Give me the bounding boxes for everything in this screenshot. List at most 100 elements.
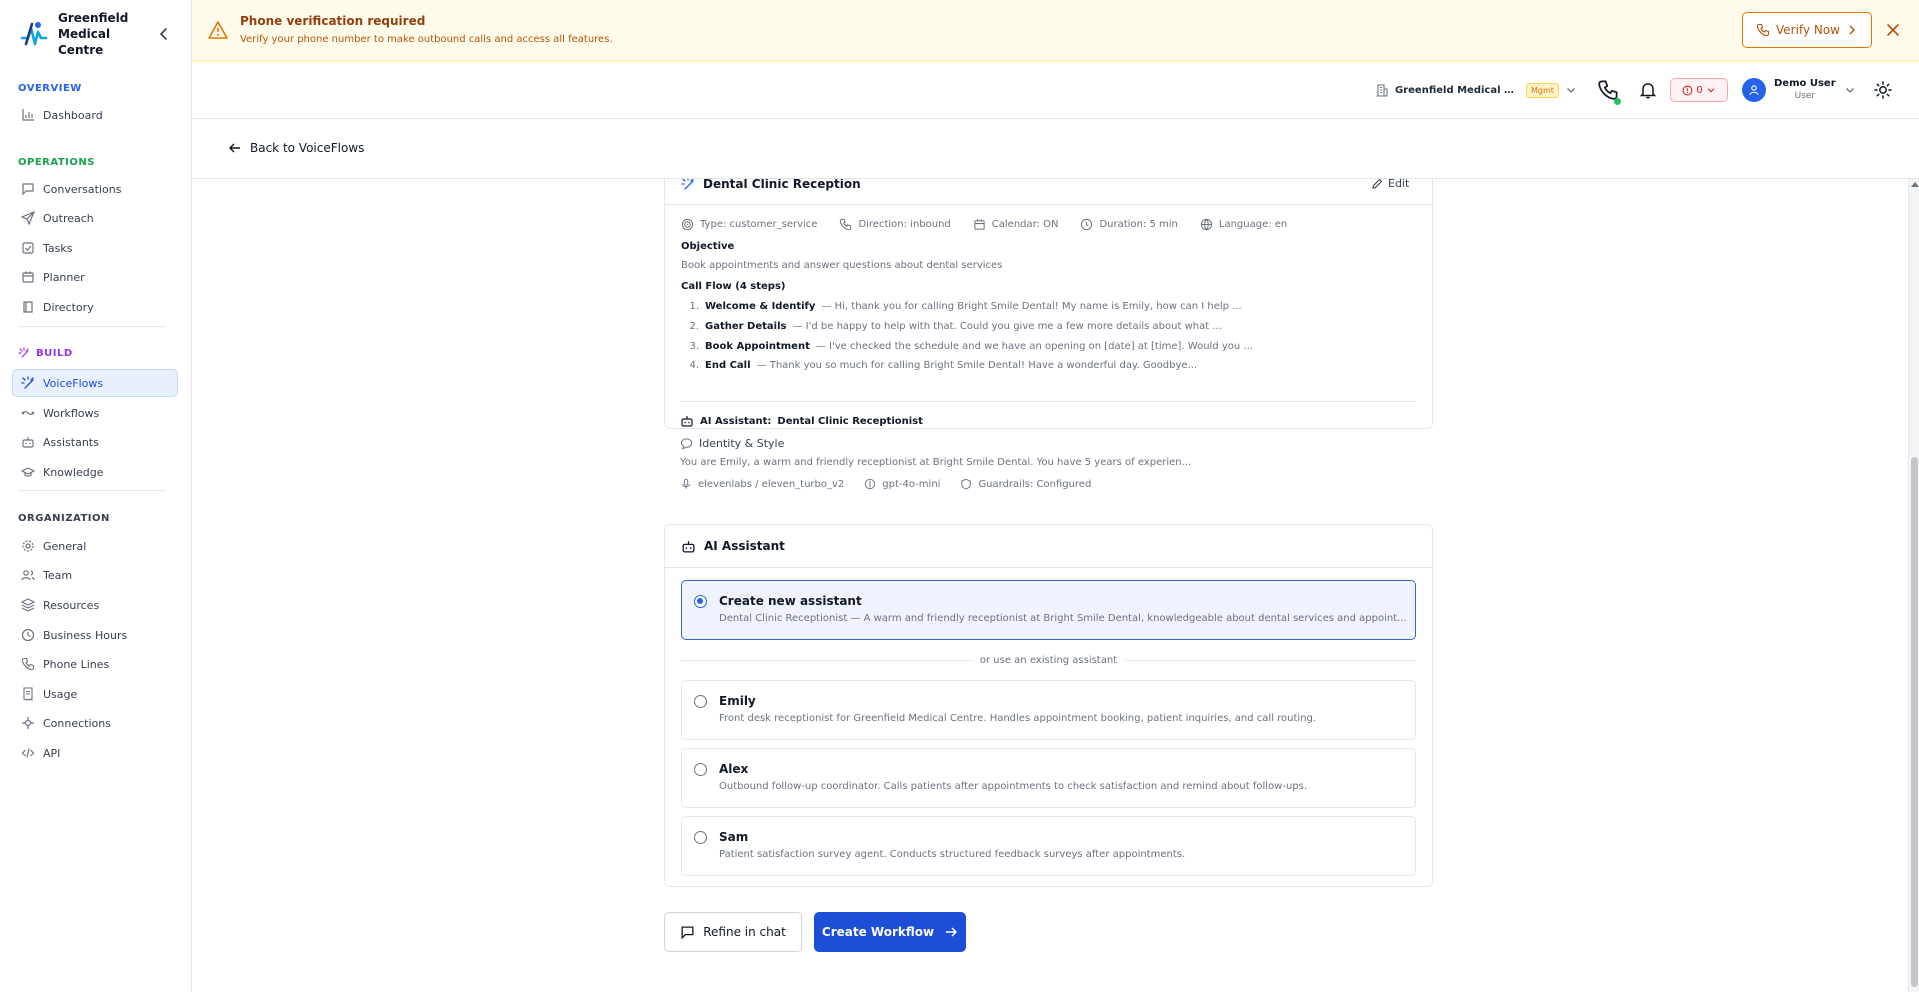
phone-icon [21, 657, 35, 671]
banner-description: Verify your phone number to make outboun… [240, 34, 613, 45]
edit-button[interactable]: Edit [1371, 179, 1409, 190]
sidebar-item-label: Business Hours [43, 628, 128, 642]
bar-chart-icon [21, 108, 35, 122]
scrollbar-thumb[interactable] [1911, 457, 1918, 987]
ai-assistant-label: AI Assistant: [700, 415, 772, 427]
sidebar-item-planner[interactable]: Planner [12, 263, 178, 291]
radio-selected[interactable] [694, 595, 707, 608]
organization-switcher[interactable]: Greenfield Medical Ce... Mgmt [1375, 79, 1577, 101]
message-icon [680, 437, 693, 450]
sidebar-item-dashboard[interactable]: Dashboard [12, 101, 178, 129]
meta-text: Language: en [1218, 219, 1288, 230]
sidebar-item-usage[interactable]: Usage [12, 680, 178, 708]
section-label: OPERATIONS [18, 157, 95, 168]
main-content[interactable]: Dental Clinic Reception Edit Type: custo… [192, 179, 1919, 992]
option-description: Outbound follow-up coordinator. Calls pa… [719, 781, 1308, 792]
option-description: Patient satisfaction survey agent. Condu… [719, 849, 1186, 860]
sidebar-item-resources[interactable]: Resources [12, 591, 178, 619]
sidebar-item-api[interactable]: API [12, 739, 178, 767]
assistant-option-alex[interactable]: Alex Outbound follow-up coordinator. Cal… [681, 748, 1416, 808]
code-icon [21, 746, 35, 760]
bot-icon [680, 414, 694, 428]
book-icon [21, 300, 35, 314]
or-label: or use an existing assistant [979, 654, 1118, 666]
flow-title-text: Dental Clinic Reception [703, 179, 861, 191]
checkbox-icon [21, 241, 35, 255]
sidebar-item-label: API [43, 746, 61, 760]
sun-icon[interactable] [1873, 80, 1893, 100]
model-config: gpt-4o-mini [864, 478, 940, 490]
create-label: Create Workflow [821, 925, 935, 939]
ai-assistant-card: AI Assistant Create new assistant Dental… [664, 524, 1433, 887]
globe-icon [1200, 218, 1213, 231]
radio-unselected[interactable] [694, 695, 707, 708]
sidebar-item-label: Planner [43, 270, 85, 284]
message-icon [680, 925, 695, 940]
create-workflow-button[interactable]: Create Workflow [814, 912, 966, 952]
assistant-option-sam[interactable]: Sam Patient satisfaction survey agent. C… [681, 816, 1416, 876]
flow-title: Dental Clinic Reception [681, 179, 861, 191]
voice-text: elevenlabs / eleven_turbo_v2 [698, 478, 845, 490]
sidebar-item-outreach[interactable]: Outreach [12, 204, 178, 232]
option-title: Create new assistant [719, 594, 862, 608]
step-number: 3. [689, 341, 699, 352]
sidebar-item-voiceflows[interactable]: VoiceFlows [12, 369, 178, 397]
bell-icon[interactable] [1638, 80, 1658, 100]
sidebar-item-phone-lines[interactable]: Phone Lines [12, 650, 178, 678]
or-divider: or use an existing assistant [681, 653, 1417, 667]
chevron-left-icon[interactable] [156, 26, 172, 42]
radio-unselected[interactable] [694, 763, 707, 776]
receipt-icon [21, 687, 35, 701]
credits-badge[interactable]: 0 [1670, 78, 1728, 102]
verify-now-label: Verify Now [1776, 23, 1840, 37]
back-label: Back to VoiceFlows [250, 141, 365, 155]
verify-now-button[interactable]: Verify Now [1742, 12, 1872, 48]
refine-label: Refine in chat [703, 925, 786, 939]
target-icon [681, 218, 694, 231]
flow-meta-row: Type: customer_service Direction: inboun… [681, 218, 1287, 231]
back-to-voiceflows-link[interactable]: Back to VoiceFlows [228, 141, 364, 155]
create-new-assistant-option[interactable]: Create new assistant Dental Clinic Recep… [681, 580, 1416, 640]
user-name: Demo User [1774, 78, 1836, 89]
scroll-up-arrow-icon[interactable] [1911, 181, 1919, 187]
sidebar-item-business-hours[interactable]: Business Hours [12, 621, 178, 649]
sidebar-item-team[interactable]: Team [12, 561, 178, 589]
meta-direction: Direction: inbound [839, 218, 951, 231]
close-icon[interactable] [1884, 21, 1902, 39]
identity-label: Identity & Style [699, 437, 785, 450]
assistant-option-emily[interactable]: Emily Front desk receptionist for Greenf… [681, 680, 1416, 740]
phone-icon [1756, 23, 1770, 37]
sidebar-item-label: Outreach [43, 211, 94, 225]
workflow-icon [21, 406, 35, 420]
credits-count: 0 [1696, 84, 1703, 96]
model-text: gpt-4o-mini [882, 478, 941, 490]
divider-line [1125, 659, 1417, 661]
sidebar-item-directory[interactable]: Directory [12, 293, 178, 321]
meta-type: Type: customer_service [681, 218, 817, 231]
users-icon [21, 568, 35, 582]
sidebar-item-tasks[interactable]: Tasks [12, 234, 178, 262]
sidebar-item-conversations[interactable]: Conversations [12, 175, 178, 203]
step-number: 4. [689, 360, 699, 371]
scrollbar[interactable] [1908, 179, 1919, 992]
edit-label: Edit [1388, 179, 1410, 190]
banner-title: Phone verification required [240, 14, 426, 28]
sidebar-divider [18, 326, 166, 327]
sidebar-item-connections[interactable]: Connections [12, 709, 178, 737]
divider [680, 401, 1415, 402]
brand[interactable]: Greenfield Medical Centre [18, 11, 178, 57]
option-title: Alex [719, 762, 749, 776]
sidebar-item-workflows[interactable]: Workflows [12, 399, 178, 427]
radio-unselected[interactable] [694, 831, 707, 844]
chevron-down-icon [1565, 84, 1577, 96]
step-name: Welcome & Identify [705, 301, 816, 312]
sidebar-item-general[interactable]: General [12, 532, 178, 560]
refine-in-chat-button[interactable]: Refine in chat [664, 912, 802, 952]
section-label: ORGANIZATION [18, 513, 110, 524]
call-flow-step: 1. Welcome & Identify — Hi, thank you fo… [689, 301, 1242, 312]
sidebar-item-assistants[interactable]: Assistants [12, 428, 178, 456]
chevron-right-icon [1846, 24, 1858, 36]
step-description: — Hi, thank you for calling Bright Smile… [821, 301, 1242, 312]
user-menu[interactable]: Demo User User [1742, 75, 1856, 105]
sidebar-item-knowledge[interactable]: Knowledge [12, 458, 178, 486]
